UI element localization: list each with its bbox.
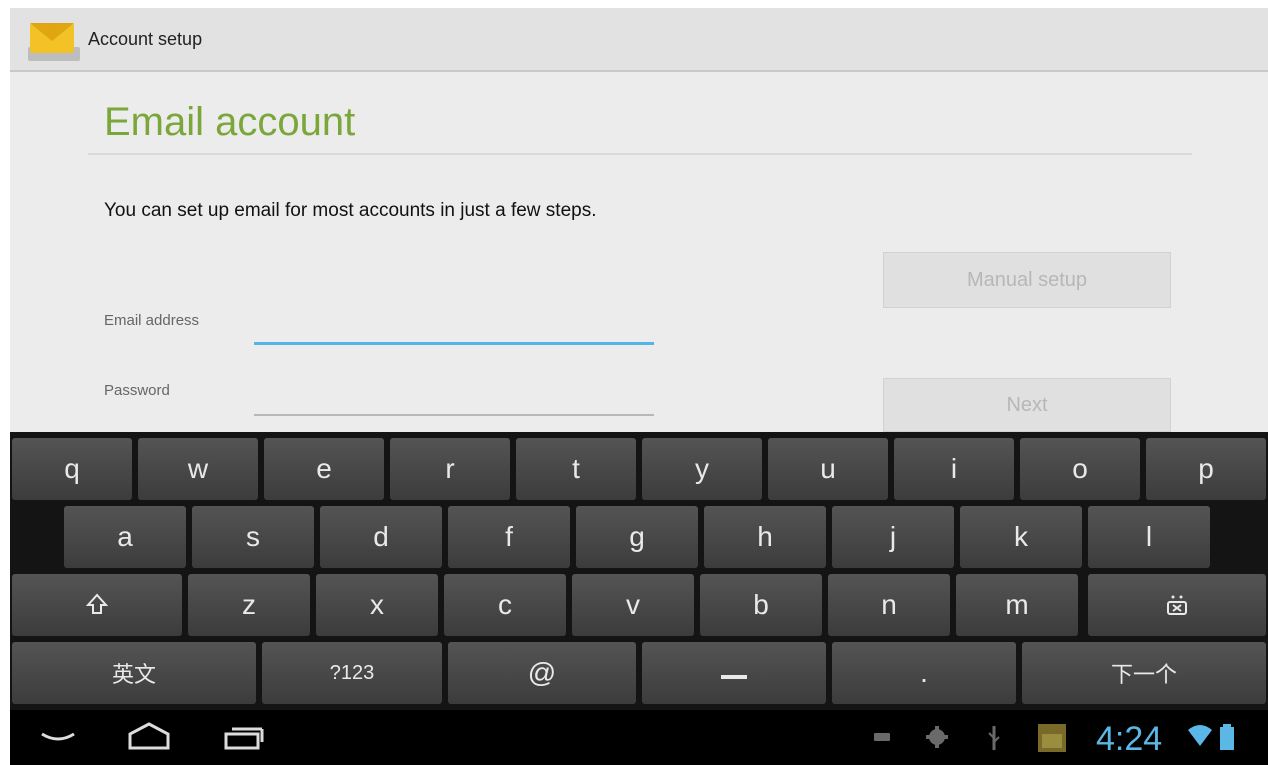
manual-setup-button[interactable]: Manual setup <box>883 252 1171 308</box>
key-p[interactable]: p <box>1146 438 1266 500</box>
key-q[interactable]: q <box>12 438 132 500</box>
key-o[interactable]: o <box>1020 438 1140 500</box>
key-c[interactable]: c <box>444 574 566 636</box>
key-t[interactable]: t <box>516 438 636 500</box>
intro-text: You can set up email for most accounts i… <box>104 200 597 221</box>
system-nav-bar: 4:24 <box>10 710 1268 765</box>
next-button[interactable]: Next <box>883 378 1171 432</box>
action-bar: Account setup <box>10 8 1268 72</box>
recent-apps-icon[interactable] <box>222 724 266 752</box>
delete-key-icon <box>1167 595 1187 615</box>
period-key[interactable]: . <box>832 642 1016 704</box>
email-address-label: Email address <box>104 312 200 329</box>
shift-icon <box>86 593 108 614</box>
at-key[interactable]: @ <box>448 642 636 704</box>
page-title: Email account <box>104 100 356 144</box>
key-g[interactable]: g <box>576 506 698 568</box>
key-s[interactable]: s <box>192 506 314 568</box>
key-j[interactable]: j <box>832 506 954 568</box>
key-h[interactable]: h <box>704 506 826 568</box>
email-envelope-icon[interactable] <box>28 11 80 67</box>
key-e[interactable]: e <box>264 438 384 500</box>
key-f[interactable]: f <box>448 506 570 568</box>
wifi-icon <box>1188 725 1212 746</box>
space-bar-icon <box>721 675 747 679</box>
password-label: Password <box>104 382 170 399</box>
password-input[interactable] <box>254 384 654 416</box>
key-l[interactable]: l <box>1088 506 1210 568</box>
title-divider <box>88 153 1192 155</box>
app-notification-icon <box>1038 724 1066 752</box>
email-address-input[interactable] <box>254 312 654 345</box>
action-bar-title: Account setup <box>88 28 203 49</box>
status-clock: 4:24 <box>1096 720 1163 758</box>
back-icon[interactable] <box>38 724 78 750</box>
enter-next-key[interactable]: 下一个 <box>1022 642 1266 704</box>
delete-key[interactable] <box>1088 574 1266 636</box>
key-d[interactable]: d <box>320 506 442 568</box>
key-z[interactable]: z <box>188 574 310 636</box>
space-key[interactable] <box>642 642 826 704</box>
account-setup-form: Email account You can set up email for m… <box>10 72 1268 432</box>
keyboard-icon <box>874 733 890 741</box>
key-m[interactable]: m <box>956 574 1078 636</box>
key-v[interactable]: v <box>572 574 694 636</box>
usb-icon <box>988 726 1000 750</box>
battery-icon <box>1220 724 1234 750</box>
home-icon[interactable] <box>126 720 172 752</box>
language-key[interactable]: 英文 <box>12 642 256 704</box>
key-a[interactable]: a <box>64 506 186 568</box>
key-k[interactable]: k <box>960 506 1082 568</box>
key-u[interactable]: u <box>768 438 888 500</box>
key-y[interactable]: y <box>642 438 762 500</box>
key-r[interactable]: r <box>390 438 510 500</box>
key-x[interactable]: x <box>316 574 438 636</box>
key-b[interactable]: b <box>700 574 822 636</box>
debug-icon <box>926 726 948 748</box>
key-i[interactable]: i <box>894 438 1014 500</box>
key-w[interactable]: w <box>138 438 258 500</box>
symbols-key[interactable]: ?123 <box>262 642 442 704</box>
key-n[interactable]: n <box>828 574 950 636</box>
soft-keyboard: q w e r t y u i o p a s d f g h j k l z … <box>10 432 1268 710</box>
shift-key[interactable] <box>12 574 182 636</box>
